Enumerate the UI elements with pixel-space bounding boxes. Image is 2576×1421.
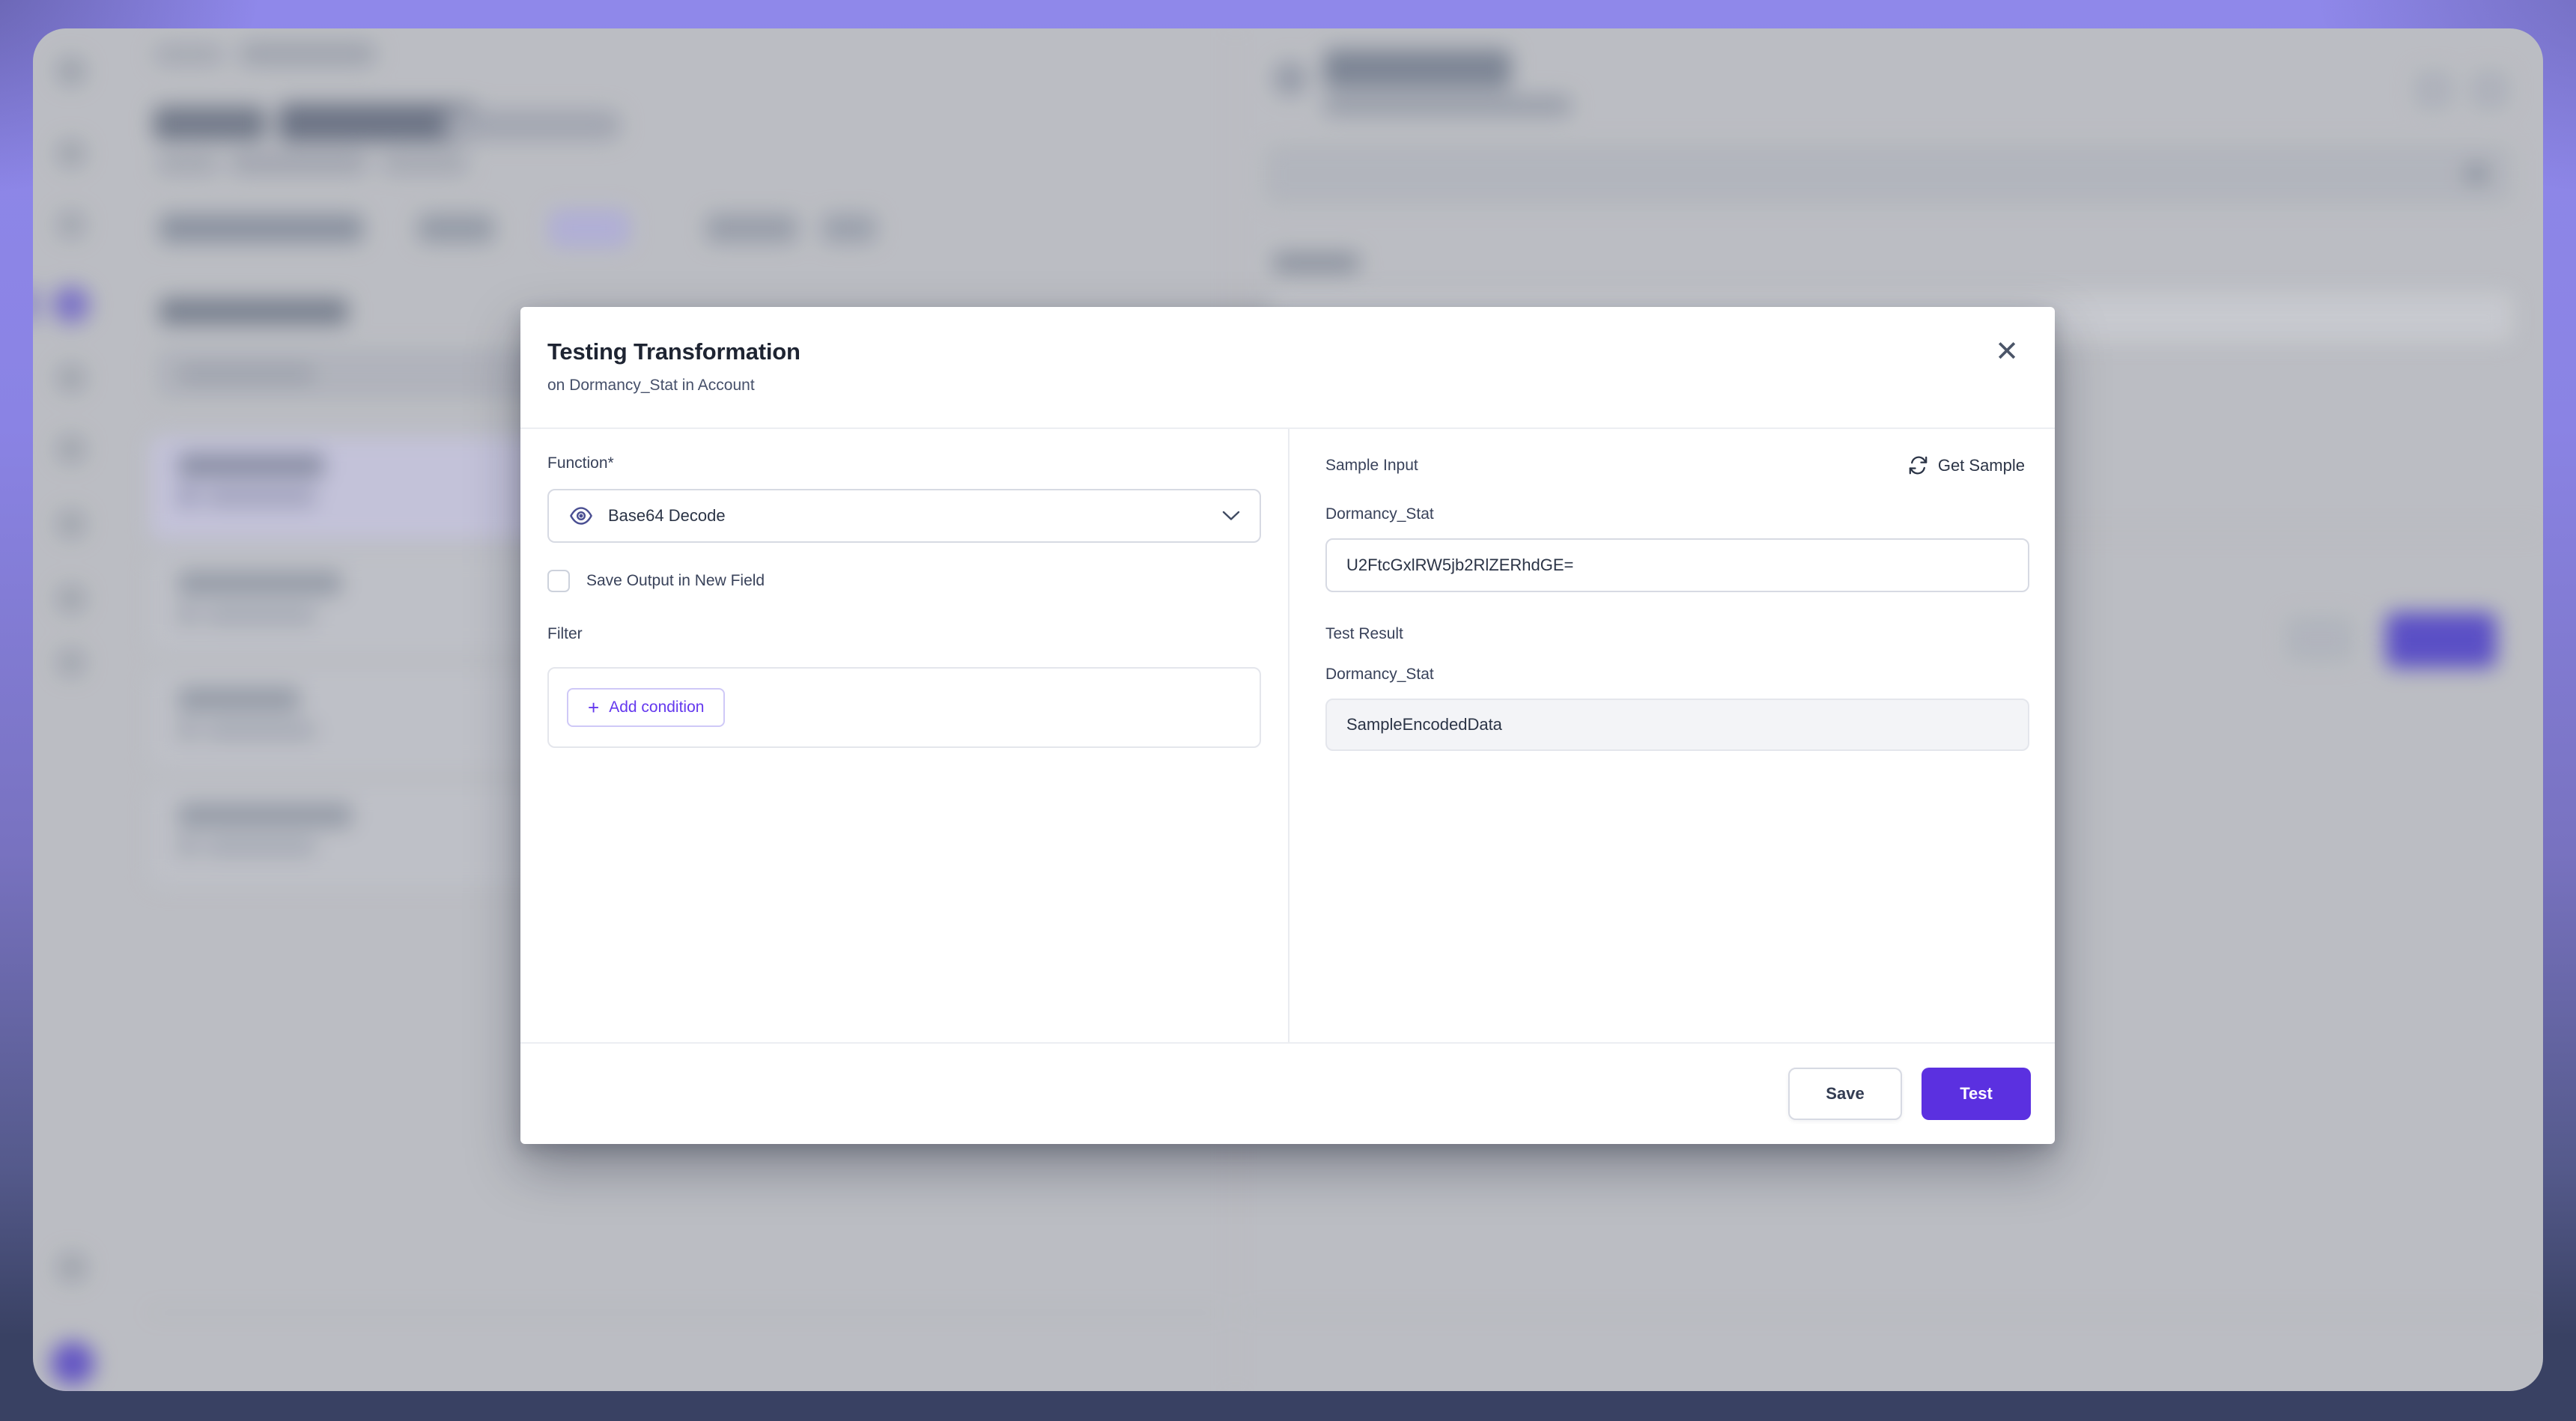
modal-footer: Save Test	[520, 1042, 2055, 1144]
sample-field-label: Dormancy_Stat	[1325, 505, 2029, 523]
plus-icon: +	[588, 698, 599, 717]
modal-subtitle: on Dormancy_Stat in Account	[547, 377, 2019, 395]
save-output-label: Save Output in New Field	[586, 572, 765, 590]
screen: { "colors": { "accent_purple": "#5b30e0"…	[0, 0, 2576, 1421]
test-result-value: SampleEncodedData	[1325, 699, 2029, 751]
test-result-label: Test Result	[1325, 625, 2029, 643]
refresh-icon	[1908, 455, 1928, 475]
modal-title: Testing Transformation	[547, 338, 2019, 365]
eye-icon	[568, 503, 594, 529]
function-select[interactable]: Base64 Decode	[547, 489, 1261, 543]
sample-input-row: Sample Input Get Sample	[1325, 454, 2029, 476]
test-button[interactable]: Test	[1922, 1068, 2031, 1120]
function-panel: Function* Base64 Decode	[520, 429, 1289, 1042]
save-output-row: Save Output in New Field	[547, 570, 1261, 592]
function-select-value: Base64 Decode	[608, 506, 1208, 526]
sample-input-field[interactable]	[1325, 538, 2029, 592]
sample-input-label: Sample Input	[1325, 457, 1418, 475]
get-sample-button[interactable]: Get Sample	[1904, 454, 2029, 476]
close-icon[interactable]: ✕	[1989, 334, 2025, 370]
add-condition-label: Add condition	[609, 699, 704, 716]
add-condition-button[interactable]: + Add condition	[567, 688, 725, 727]
testing-transformation-modal: Testing Transformation on Dormancy_Stat …	[520, 307, 2055, 1144]
chevron-down-icon	[1222, 511, 1240, 521]
sample-panel: Sample Input Get Sample Dormancy_Stat	[1289, 429, 2055, 1042]
get-sample-label: Get Sample	[1938, 456, 2025, 475]
filter-label: Filter	[547, 625, 1261, 643]
modal-header: Testing Transformation on Dormancy_Stat …	[520, 307, 2055, 429]
save-button[interactable]: Save	[1788, 1068, 1902, 1120]
result-field-label: Dormancy_Stat	[1325, 666, 2029, 684]
modal-body: Function* Base64 Decode	[520, 429, 2055, 1042]
save-output-checkbox[interactable]	[547, 570, 570, 592]
filter-conditions-box: + Add condition	[547, 667, 1261, 748]
function-label: Function*	[547, 454, 1261, 472]
